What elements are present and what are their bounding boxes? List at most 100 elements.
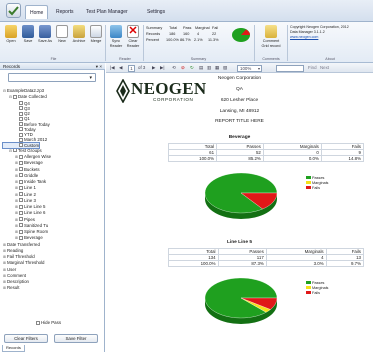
tree-item-label: Line Line 6 xyxy=(24,210,46,216)
back-icon[interactable]: ⟲ xyxy=(172,64,176,72)
tree-item-checkbox[interactable] xyxy=(19,167,23,171)
tree-item-checkbox[interactable] xyxy=(19,154,23,159)
page-number-input[interactable]: 1 xyxy=(128,64,135,72)
tree-item-label: Q3 xyxy=(24,105,30,111)
hide-pass-checkbox[interactable] xyxy=(36,320,40,325)
tree-item-checkbox[interactable] xyxy=(19,235,23,240)
records-panel: Records ▾ × ▾ ⊟ExampleData2.zp3 ⊟ Date Col… xyxy=(0,63,105,352)
save-button[interactable]: Save xyxy=(20,25,36,44)
print-icon[interactable]: ▤ xyxy=(199,64,203,72)
section-stats-table: Total Passes Marginals Fails 134 117 4 13 100.0%… xyxy=(168,248,365,267)
group-divider xyxy=(287,25,288,61)
new-button[interactable]: New xyxy=(54,25,70,44)
tab-test-plan-manager[interactable]: Test Plan Manager xyxy=(82,5,132,19)
tree-item-checkbox[interactable] xyxy=(19,223,23,228)
tab-settings[interactable]: Settings xyxy=(143,5,169,19)
tree-item-checkbox[interactable] xyxy=(13,94,17,99)
folder-icon xyxy=(5,25,17,38)
archive-button[interactable]: Archive xyxy=(71,25,87,44)
previous-page-icon[interactable]: ◀ xyxy=(119,64,122,72)
app-menu-icon[interactable] xyxy=(6,3,21,18)
filter-dropdown[interactable]: ▾ xyxy=(8,73,96,82)
company-name: Neogen Corporation xyxy=(217,76,262,81)
clear-reader-button[interactable]: ✕ Clear Reader xyxy=(125,25,141,48)
group-divider xyxy=(254,25,255,61)
street-address: 620 Lesher Place xyxy=(220,98,259,103)
tree-item-label: Result xyxy=(7,285,20,291)
merge-button[interactable]: Merge xyxy=(88,25,104,44)
city-address: Lansing, MI 48912 xyxy=(219,109,260,114)
tree-item-label: Q1 xyxy=(24,116,30,122)
tree-item-label: Description xyxy=(7,279,29,284)
tree-item-checkbox[interactable] xyxy=(19,101,23,105)
tree-item-checkbox[interactable] xyxy=(19,143,23,147)
tree-item-checkbox[interactable] xyxy=(19,127,23,132)
sync-reader-button[interactable]: Sync Reader xyxy=(108,25,124,48)
tab-reports[interactable]: Reports xyxy=(52,5,78,19)
last-page-icon[interactable]: ▶| xyxy=(160,64,165,72)
tree-item-checkbox[interactable] xyxy=(19,116,23,121)
tree-item-checkbox[interactable] xyxy=(19,185,23,190)
export-icon[interactable]: ▧ xyxy=(223,64,227,72)
tree-item-label: Custom xyxy=(24,142,40,148)
panel-pin-close-icon[interactable]: ▾ × xyxy=(96,63,102,70)
tree-item-label: YTD xyxy=(24,132,33,137)
section-pie-chart xyxy=(204,172,278,219)
merge-documents-icon xyxy=(90,25,102,38)
tree-item-label: Q2 xyxy=(24,111,30,116)
tree-item-checkbox[interactable] xyxy=(19,132,23,137)
comment-button[interactable]: Comment Grid record xyxy=(258,25,284,48)
tree-item[interactable]: ⊞Result xyxy=(3,285,103,291)
find-button[interactable]: Find xyxy=(308,64,317,72)
records-bottom-tab[interactable]: Records xyxy=(2,345,25,352)
tree-item-checkbox[interactable] xyxy=(19,192,23,196)
tree-item-checkbox[interactable] xyxy=(19,160,23,165)
legend-label: Passes xyxy=(312,281,325,285)
tree-item-checkbox[interactable] xyxy=(19,122,23,126)
neogen-logo: NEOGEN CORPORATION xyxy=(116,79,206,109)
save-as-button[interactable]: Save As xyxy=(37,25,53,44)
next-button[interactable]: Next xyxy=(320,64,329,72)
ribbon-tab-bar: Home Reports Test Plan Manager Settings xyxy=(0,0,373,22)
tree-item-checkbox[interactable] xyxy=(19,137,23,142)
tree-item-checkbox[interactable] xyxy=(19,179,23,184)
stop-icon[interactable]: ⊘ xyxy=(181,64,185,72)
clear-filters-button[interactable]: Clear Filters xyxy=(4,334,48,343)
print-layout-icon[interactable]: ▥ xyxy=(207,64,211,72)
tree-item-checkbox[interactable] xyxy=(13,148,17,153)
zoom-select[interactable]: 100% ▾ xyxy=(237,64,262,72)
chevron-down-icon: ▾ xyxy=(89,75,92,81)
tree-item-label: Comment xyxy=(7,272,27,278)
page-count-label: of 3 xyxy=(138,65,146,70)
tree-item-checkbox[interactable] xyxy=(19,217,23,221)
floppy-disk-pencil-icon xyxy=(39,25,51,38)
save-filter-button[interactable]: Save Filter xyxy=(54,334,98,343)
tree-item-checkbox[interactable] xyxy=(19,210,23,215)
tree-item-checkbox[interactable] xyxy=(19,229,23,234)
tree-item-checkbox[interactable] xyxy=(19,106,23,111)
find-input[interactable] xyxy=(276,64,304,72)
first-page-icon[interactable]: |◀ xyxy=(110,64,115,72)
percent-label: Percent xyxy=(146,38,160,42)
tree-item-label: Reading xyxy=(7,247,24,253)
table-cell: 85.2% xyxy=(216,155,264,162)
summary-pie-icon xyxy=(232,28,250,42)
tree-item-checkbox[interactable] xyxy=(19,111,23,116)
tree-item-label: Spine Room xyxy=(24,229,49,234)
tree-item-label: Test Groups xyxy=(18,147,42,153)
tree-item-checkbox[interactable] xyxy=(19,204,23,209)
tab-home[interactable]: Home xyxy=(25,5,49,19)
next-page-icon[interactable]: ▶ xyxy=(152,64,155,72)
table-cell: 14.8% xyxy=(320,155,365,162)
ribbon: Open Save Save As New Archive Merge File… xyxy=(0,22,373,63)
tree-item-checkbox[interactable] xyxy=(19,198,23,203)
refresh-icon[interactable]: ↻ xyxy=(190,64,194,72)
legend-swatch xyxy=(306,176,311,179)
page-setup-icon[interactable]: ▦ xyxy=(215,64,219,72)
tree-item[interactable]: March 2012 xyxy=(3,137,103,142)
hide-pass-option[interactable]: Hide Pass xyxy=(36,320,61,325)
open-button[interactable]: Open xyxy=(3,25,19,44)
section-pie-chart xyxy=(204,277,278,324)
website-link[interactable]: www.neogen.com xyxy=(290,35,372,40)
tree-item-checkbox[interactable] xyxy=(19,173,23,178)
